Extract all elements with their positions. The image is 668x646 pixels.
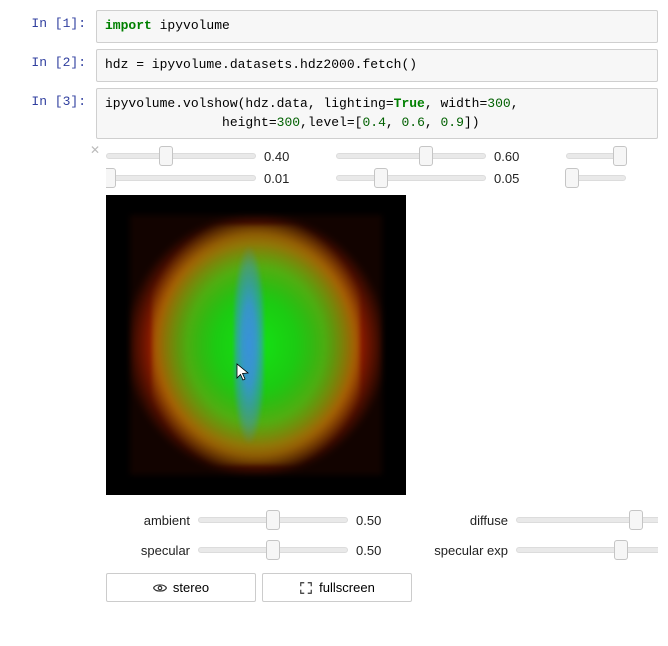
opacity1-slider[interactable] bbox=[106, 167, 256, 189]
code-text: ipyvolume bbox=[152, 18, 230, 33]
volume-layer-blue bbox=[234, 247, 264, 443]
specular-exp-slider[interactable] bbox=[516, 539, 658, 561]
slider-group-level3 bbox=[566, 145, 626, 167]
opacity-sliders-row: 0.01 0.05 bbox=[106, 167, 658, 189]
fullscreen-label: fullscreen bbox=[319, 580, 375, 595]
num-literal: 0.4 bbox=[362, 115, 385, 130]
level2-value: 0.60 bbox=[494, 149, 544, 164]
code-text: height= bbox=[105, 115, 277, 130]
ambient-label: ambient bbox=[106, 513, 190, 528]
slider-group-level1: 0.40 bbox=[106, 145, 314, 167]
code-text: , bbox=[425, 115, 441, 130]
code-text: hdz = ipyvolume.datasets.hdz2000.fetch() bbox=[105, 57, 417, 72]
cell-prompt: In [3]: bbox=[10, 88, 96, 109]
code-text: , bbox=[386, 115, 402, 130]
code-text: , width= bbox=[425, 96, 487, 111]
close-icon[interactable]: ✕ bbox=[90, 143, 100, 157]
code-input-2[interactable]: hdz = ipyvolume.datasets.hdz2000.fetch() bbox=[96, 49, 658, 82]
keyword: import bbox=[105, 18, 152, 33]
opacity3-slider[interactable] bbox=[566, 167, 626, 189]
bool-literal: True bbox=[394, 96, 425, 111]
fullscreen-icon bbox=[299, 581, 313, 595]
diffuse-label: diffuse bbox=[424, 513, 508, 528]
level1-slider[interactable] bbox=[106, 145, 256, 167]
slider-group-opacity2: 0.05 bbox=[336, 167, 544, 189]
eye-icon bbox=[153, 581, 167, 595]
fullscreen-button[interactable]: fullscreen bbox=[262, 573, 412, 602]
volume-canvas[interactable] bbox=[106, 195, 406, 495]
code-input-3[interactable]: ipyvolume.volshow(hdz.data, lighting=Tru… bbox=[96, 88, 658, 140]
cell-prompt: In [1]: bbox=[10, 10, 96, 31]
code-input-1[interactable]: import ipyvolume bbox=[96, 10, 658, 43]
num-literal: 0.6 bbox=[401, 115, 424, 130]
cell-prompt: In [2]: bbox=[10, 49, 96, 70]
slider-group-level2: 0.60 bbox=[336, 145, 544, 167]
specular-exp-group: specular exp 5 bbox=[424, 539, 658, 561]
specular-slider[interactable] bbox=[198, 539, 348, 561]
opacity2-slider[interactable] bbox=[336, 167, 486, 189]
specular-value: 0.50 bbox=[356, 543, 406, 558]
opacity1-value: 0.01 bbox=[264, 171, 314, 186]
diffuse-slider[interactable] bbox=[516, 509, 658, 531]
ambient-slider[interactable] bbox=[198, 509, 348, 531]
code-text: ]) bbox=[464, 115, 480, 130]
num-literal: 0.9 bbox=[441, 115, 464, 130]
level1-value: 0.40 bbox=[264, 149, 314, 164]
ambient-value: 0.50 bbox=[356, 513, 406, 528]
num-literal: 300 bbox=[277, 115, 300, 130]
specular-exp-label: specular exp bbox=[424, 543, 508, 558]
buttons-row: stereo fullscreen bbox=[106, 573, 658, 602]
code-cell-1: In [1]: import ipyvolume bbox=[10, 10, 658, 43]
slider-group-opacity1: 0.01 bbox=[106, 167, 314, 189]
num-literal: 300 bbox=[487, 96, 510, 111]
code-cell-2: In [2]: hdz = ipyvolume.datasets.hdz2000… bbox=[10, 49, 658, 82]
output-widget: ✕ 0.40 0.60 bbox=[106, 145, 658, 602]
slider-group-opacity3 bbox=[566, 167, 626, 189]
specular-group: specular 0.50 bbox=[106, 539, 406, 561]
code-text: ,level=[ bbox=[300, 115, 362, 130]
opacity2-value: 0.05 bbox=[494, 171, 544, 186]
code-text: ipyvolume.volshow(hdz.data, lighting= bbox=[105, 96, 394, 111]
stereo-button[interactable]: stereo bbox=[106, 573, 256, 602]
level3-slider[interactable] bbox=[566, 145, 626, 167]
diffuse-group: diffuse 0. bbox=[424, 509, 658, 531]
lighting-row-1: ambient 0.50 diffuse 0. bbox=[106, 505, 658, 535]
notebook: In [1]: import ipyvolume In [2]: hdz = i… bbox=[0, 0, 668, 612]
level-sliders-row: 0.40 0.60 bbox=[106, 145, 658, 167]
code-text: , bbox=[511, 96, 519, 111]
lighting-row-2: specular 0.50 specular exp 5 bbox=[106, 535, 658, 565]
specular-label: specular bbox=[106, 543, 190, 558]
ambient-group: ambient 0.50 bbox=[106, 509, 406, 531]
stereo-label: stereo bbox=[173, 580, 209, 595]
code-cell-3: In [3]: ipyvolume.volshow(hdz.data, ligh… bbox=[10, 88, 658, 140]
level2-slider[interactable] bbox=[336, 145, 486, 167]
